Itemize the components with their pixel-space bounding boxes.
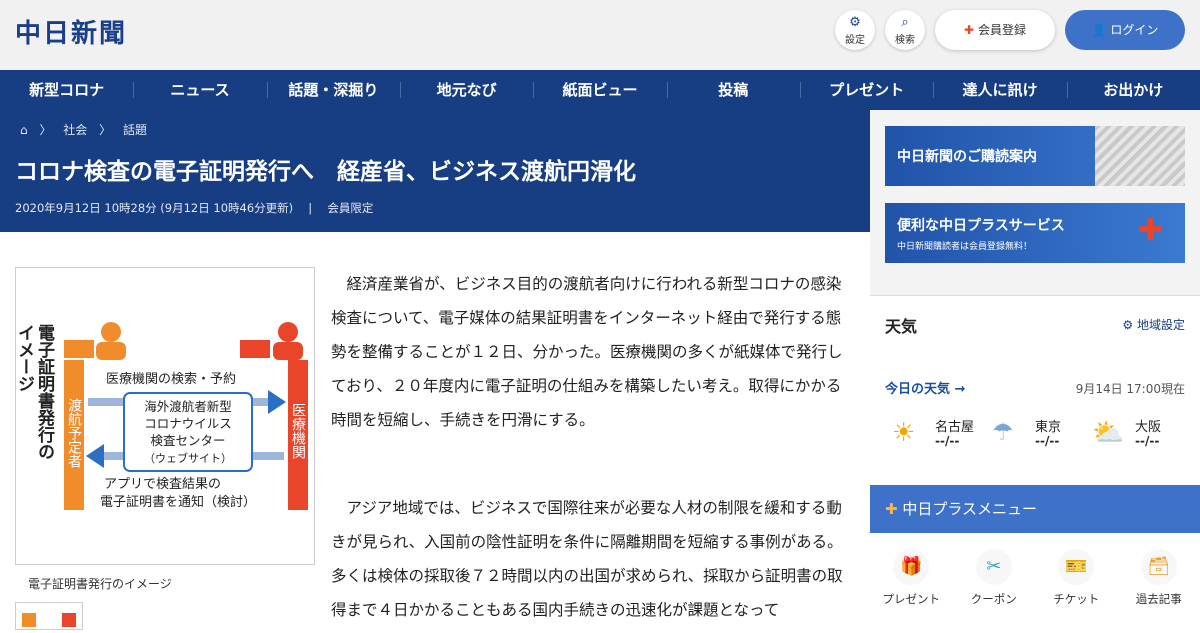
article-date: 2020年9月12日 10時28分 (9月12日 10時46分更新): [15, 201, 293, 215]
figure-caption: 電子証明書発行のイメージ: [28, 575, 172, 592]
plus-logo-icon: ✚: [885, 500, 898, 518]
sun-icon: ☀: [892, 418, 915, 448]
gift-icon: 🎁: [893, 549, 929, 585]
settings-button[interactable]: ⚙ 設定: [835, 10, 875, 50]
plus-menu-coupon[interactable]: ✂ クーポン: [953, 533, 1036, 630]
traveler-label: 渡航予定者: [66, 398, 82, 468]
breadcrumb-item-society[interactable]: 社会: [63, 123, 87, 137]
sun-cloud-icon: ⛅: [1092, 418, 1124, 448]
nav-item-outing[interactable]: お出かけ: [1067, 70, 1200, 110]
weather-city-osaka[interactable]: ⛅ 大阪 --/--: [1090, 414, 1190, 454]
plus-menu-present[interactable]: 🎁 プレゼント: [870, 533, 953, 630]
article-figure[interactable]: 電子証明書発行の イメージ 渡航予定者 医療機関 医療機関の検索・予約 海外渡航…: [15, 267, 315, 565]
article-title: コロナ検査の電子証明発行へ 経産省、ビジネス渡航円滑化: [15, 152, 636, 186]
nav-item-present[interactable]: プレゼント: [800, 70, 933, 110]
breadcrumb-item-topics[interactable]: 話題: [123, 123, 147, 137]
weather-title: 天気: [885, 313, 917, 337]
article-paragraph-1: 経済産業省が、ビジネス目的の渡航者向けに行われる新型コロナの感染検査について、電…: [331, 267, 843, 437]
figure-title-line1: 電子証明書発行の: [34, 324, 56, 460]
plus-menu-ticket[interactable]: 🎫 チケット: [1035, 533, 1118, 630]
search-icon: ⌕: [885, 15, 925, 31]
plus-menu-archive[interactable]: 🗃 過去記事: [1118, 533, 1200, 630]
home-icon[interactable]: ⌂: [20, 123, 28, 137]
breadcrumb: ⌂ 〉 社会 〉 話題: [20, 121, 155, 138]
traveler-desk: [64, 340, 94, 358]
site-header: 中日新聞 ⚙ 設定 ⌕ 検索 ✚ 会員登録 👤 ログイン: [0, 0, 1200, 70]
nav-item-covid[interactable]: 新型コロナ: [0, 70, 133, 110]
nav-item-paper-view[interactable]: 紙面ビュー: [533, 70, 666, 110]
nav-item-local[interactable]: 地元なび: [400, 70, 533, 110]
cloud-rain-icon: ☂: [992, 418, 1014, 446]
center-box-line4: （ウェブサイト）: [144, 451, 232, 465]
center-box-line1: 海外渡航者新型: [144, 399, 232, 414]
figure-thumbnail[interactable]: [15, 602, 83, 630]
gear-icon: ⚙: [835, 15, 875, 31]
sidebar: 中日新聞のご購読案内 便利な中日プラスサービス 中日新聞購読者は会員登録無料！ …: [870, 110, 1200, 630]
archive-icon: 🗃: [1141, 549, 1177, 585]
plus-menu: 🎁 プレゼント ✂ クーポン 🎫 チケット 🗃 過去記事: [870, 533, 1200, 630]
site-logo[interactable]: 中日新聞: [15, 13, 127, 50]
app-notice-line2: 電子証明書を通知（検討）: [100, 494, 256, 510]
app-notice-line1: アプリで検査結果の: [104, 477, 221, 492]
thumb-red-mark: [62, 613, 76, 627]
coupon-icon: ✂: [976, 549, 1012, 585]
medical-figure-body: [273, 342, 303, 360]
article-paragraph-2: アジア地域では、ビジネスで国際往来が必要な人材の制限を緩和する動きが見られ、入国…: [331, 491, 843, 627]
thumb-orange-mark: [22, 613, 36, 627]
weather-city-tokyo[interactable]: ☂ 東京 --/--: [990, 414, 1090, 454]
login-button[interactable]: 👤 ログイン: [1065, 10, 1185, 50]
newspaper-image: [1095, 126, 1185, 186]
plus-logo-icon: ✚: [964, 23, 974, 37]
search-button[interactable]: ⌕ 検索: [885, 10, 925, 50]
today-weather-link[interactable]: 今日の天気 →: [885, 378, 965, 397]
article-meta: 2020年9月12日 10時28分 (9月12日 10時46分更新) | 会員限…: [15, 200, 373, 216]
ticket-icon: 🎫: [1058, 549, 1094, 585]
traveler-figure-body: [96, 342, 126, 360]
user-icon: 👤: [1092, 23, 1107, 37]
members-only-label: 会員限定: [327, 201, 373, 215]
medical-desk: [240, 340, 270, 358]
top-arrow-head: [268, 390, 286, 414]
medical-label: 医療機関: [290, 403, 306, 460]
bottom-arrow-head: [86, 444, 104, 468]
register-button[interactable]: ✚ 会員登録: [935, 10, 1055, 50]
nav-item-topics[interactable]: 話題・深掘り: [267, 70, 400, 110]
search-reserve-label: 医療機関の検索・予約: [106, 372, 236, 387]
subscription-banner[interactable]: 中日新聞のご購読案内: [885, 126, 1185, 186]
plus-hand-icon: ✚: [1138, 213, 1163, 248]
nav-item-experts[interactable]: 達人に訊け: [933, 70, 1066, 110]
nav-item-post[interactable]: 投稿: [667, 70, 800, 110]
region-setting-link[interactable]: ⚙ 地域設定: [1122, 316, 1185, 333]
weather-updated: 9月14日 17:00現在: [1076, 380, 1185, 397]
main-nav: 新型コロナ ニュース 話題・深掘り 地元なび 紙面ビュー 投稿 プレゼント 達人…: [0, 70, 1200, 110]
plus-menu-header: ✚ 中日プラスメニュー: [870, 485, 1200, 533]
article-header: ⌂ 〉 社会 〉 話題 コロナ検査の電子証明発行へ 経産省、ビジネス渡航円滑化 …: [0, 110, 870, 232]
medical-figure-head: [278, 322, 298, 342]
weather-widget: 天気 ⚙ 地域設定 今日の天気 → 9月14日 17:00現在 ☀ 名古屋 --…: [870, 295, 1200, 495]
center-box-line2: コロナウイルス: [144, 416, 232, 431]
gear-icon: ⚙: [1122, 318, 1133, 332]
nav-item-news[interactable]: ニュース: [133, 70, 266, 110]
figure-title-line2: イメージ: [16, 324, 34, 392]
weather-city-nagoya[interactable]: ☀ 名古屋 --/--: [890, 414, 990, 454]
center-box-line3: 検査センター: [150, 433, 225, 448]
plus-service-banner[interactable]: 便利な中日プラスサービス 中日新聞購読者は会員登録無料！ ✚: [885, 203, 1185, 263]
traveler-figure-head: [101, 322, 121, 342]
